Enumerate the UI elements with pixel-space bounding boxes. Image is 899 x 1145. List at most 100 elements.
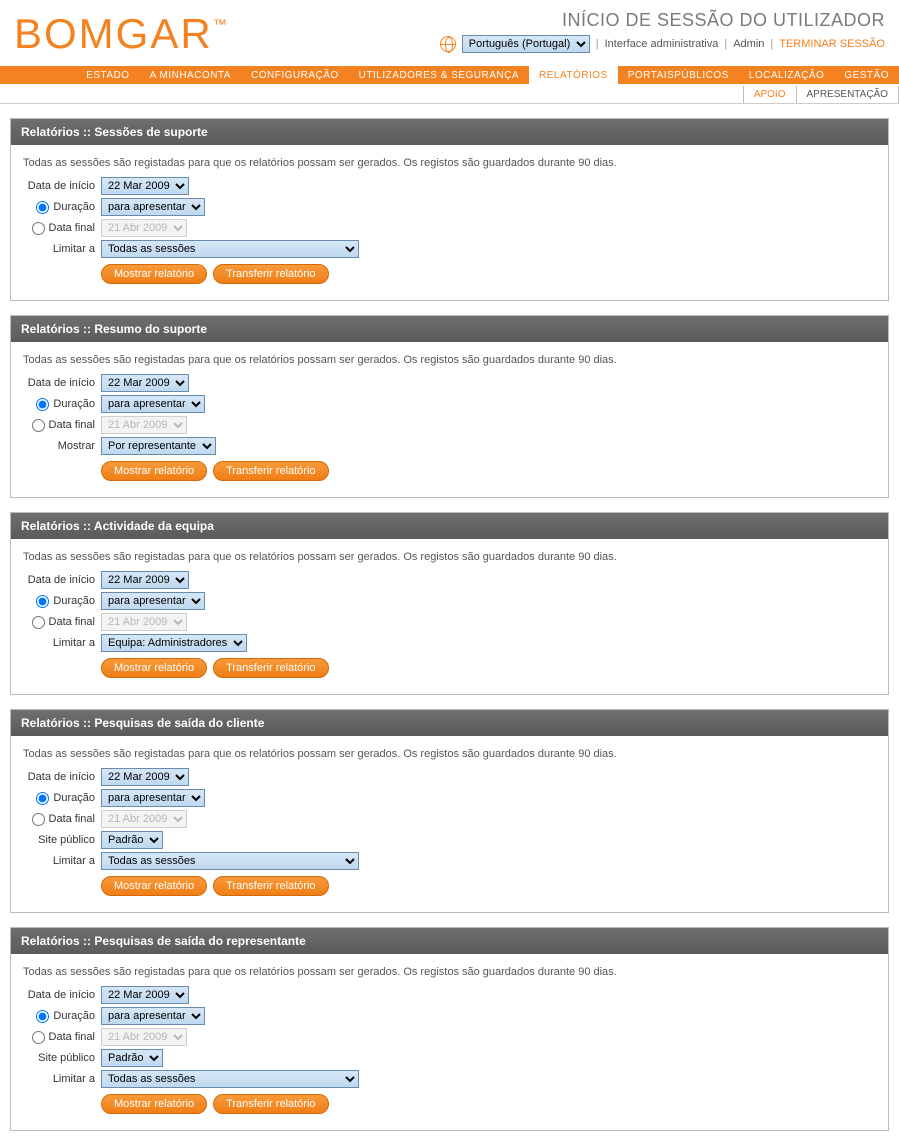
panel-title: Relatórios :: Resumo do suporte xyxy=(11,316,888,342)
limit-select[interactable]: Equipa: Administradores xyxy=(101,634,247,652)
row-end-date: Data final 21 Abr 2009 xyxy=(23,1028,876,1046)
duration-select[interactable]: para apresentar xyxy=(101,592,205,610)
panel-title: Relatórios :: Pesquisas de saída do clie… xyxy=(11,710,888,736)
row-start-date: Data de início 22 Mar 2009 xyxy=(23,571,876,589)
download-report-button[interactable]: Transferir relatório xyxy=(213,1094,328,1114)
panel-title: Relatórios :: Sessões de suporte xyxy=(11,119,888,145)
admin-link[interactable]: Admin xyxy=(733,38,764,50)
panel-description: Todas as sessões são registadas para que… xyxy=(23,157,876,169)
start-date-select[interactable]: 22 Mar 2009 xyxy=(101,986,189,1004)
start-date-select[interactable]: 22 Mar 2009 xyxy=(101,177,189,195)
radio-end-date[interactable] xyxy=(32,813,45,826)
show-select[interactable]: Por representante xyxy=(101,437,216,455)
row-limit: Limitar a Todas as sessões xyxy=(23,240,876,258)
end-date-select: 21 Abr 2009 xyxy=(101,1028,187,1046)
label-text: Duração xyxy=(53,595,95,607)
start-date-select[interactable]: 22 Mar 2009 xyxy=(101,374,189,392)
logout-link[interactable]: TERMINAR SESSÃO xyxy=(779,38,885,50)
radio-end-date[interactable] xyxy=(32,222,45,235)
row-duration: Duração para apresentar xyxy=(23,789,876,807)
show-report-button[interactable]: Mostrar relatório xyxy=(101,658,207,678)
panel-body: Todas as sessões são registadas para que… xyxy=(11,342,888,497)
panel-body: Todas as sessões são registadas para que… xyxy=(11,736,888,912)
button-row: Mostrar relatório Transferir relatório xyxy=(101,658,876,678)
nav-gestao[interactable]: GESTÃO xyxy=(834,66,899,85)
label-start-date: Data de início xyxy=(23,180,101,192)
row-start-date: Data de início 22 Mar 2009 xyxy=(23,374,876,392)
nav-utilizadores[interactable]: UTILIZADORES & SEGURANÇA xyxy=(349,66,529,85)
show-report-button[interactable]: Mostrar relatório xyxy=(101,1094,207,1114)
row-end-date: Data final 21 Abr 2009 xyxy=(23,810,876,828)
label-duration: Duração xyxy=(23,398,101,411)
nav-estado[interactable]: ESTADO xyxy=(76,66,139,85)
nav-portais[interactable]: PORTAISPÚBLICOS xyxy=(618,66,739,85)
label-text: Duração xyxy=(53,792,95,804)
row-duration: Duração para apresentar xyxy=(23,1007,876,1025)
nav-localizacao[interactable]: LOCALIZAÇÃO xyxy=(739,66,835,85)
radio-duration[interactable] xyxy=(36,595,49,608)
globe-icon xyxy=(440,36,456,52)
subnav-apoio[interactable]: APOIO xyxy=(743,86,796,103)
logo: BOMGAR™ xyxy=(14,10,229,58)
radio-duration[interactable] xyxy=(36,792,49,805)
radio-duration[interactable] xyxy=(36,201,49,214)
label-start-date: Data de início xyxy=(23,771,101,783)
end-date-select: 21 Abr 2009 xyxy=(101,613,187,631)
limit-select[interactable]: Todas as sessões xyxy=(101,852,359,870)
label-end-date: Data final xyxy=(23,419,101,432)
label-text: Duração xyxy=(53,1010,95,1022)
button-row: Mostrar relatório Transferir relatório xyxy=(101,461,876,481)
show-report-button[interactable]: Mostrar relatório xyxy=(101,264,207,284)
end-date-select: 21 Abr 2009 xyxy=(101,416,187,434)
nav-relatorios[interactable]: RELATÓRIOS xyxy=(529,66,618,85)
language-select[interactable]: Português (Portugal) xyxy=(462,35,590,53)
show-report-button[interactable]: Mostrar relatório xyxy=(101,876,207,896)
public-site-select[interactable]: Padrão xyxy=(101,1049,163,1067)
nav-configuracao[interactable]: CONFIGURAÇÃO xyxy=(241,66,349,85)
admin-interface-link[interactable]: Interface administrativa xyxy=(605,38,719,50)
panel-description: Todas as sessões são registadas para que… xyxy=(23,551,876,563)
row-end-date: Data final 21 Abr 2009 xyxy=(23,219,876,237)
label-public-site: Site público xyxy=(23,1052,101,1064)
limit-select[interactable]: Todas as sessões xyxy=(101,1070,359,1088)
public-site-select[interactable]: Padrão xyxy=(101,831,163,849)
radio-duration[interactable] xyxy=(36,1010,49,1023)
label-limit: Limitar a xyxy=(23,243,101,255)
label-duration: Duração xyxy=(23,1010,101,1023)
start-date-select[interactable]: 22 Mar 2009 xyxy=(101,768,189,786)
subnav-apresentacao[interactable]: APRESENTAÇÃO xyxy=(796,86,899,103)
duration-select[interactable]: para apresentar xyxy=(101,789,205,807)
label-limit: Limitar a xyxy=(23,637,101,649)
separator: | xyxy=(724,38,727,50)
radio-end-date[interactable] xyxy=(32,616,45,629)
panel-team-activity: Relatórios :: Actividade da equipa Todas… xyxy=(10,512,889,695)
download-report-button[interactable]: Transferir relatório xyxy=(213,461,328,481)
duration-select[interactable]: para apresentar xyxy=(101,1007,205,1025)
limit-select[interactable]: Todas as sessões xyxy=(101,240,359,258)
label-public-site: Site público xyxy=(23,834,101,846)
start-date-select[interactable]: 22 Mar 2009 xyxy=(101,571,189,589)
header-controls: Português (Portugal) | Interface adminis… xyxy=(440,35,885,53)
panel-description: Todas as sessões são registadas para que… xyxy=(23,354,876,366)
row-duration: Duração para apresentar xyxy=(23,198,876,216)
logo-tm: ™ xyxy=(213,16,229,32)
duration-select[interactable]: para apresentar xyxy=(101,198,205,216)
radio-end-date[interactable] xyxy=(32,419,45,432)
download-report-button[interactable]: Transferir relatório xyxy=(213,264,328,284)
radio-end-date[interactable] xyxy=(32,1031,45,1044)
show-report-button[interactable]: Mostrar relatório xyxy=(101,461,207,481)
row-limit: Limitar a Equipa: Administradores xyxy=(23,634,876,652)
label-start-date: Data de início xyxy=(23,377,101,389)
download-report-button[interactable]: Transferir relatório xyxy=(213,876,328,896)
row-public-site: Site público Padrão xyxy=(23,1049,876,1067)
nav-minha-conta[interactable]: A MINHACONTA xyxy=(140,66,241,85)
radio-duration[interactable] xyxy=(36,398,49,411)
logo-text: BOMGAR xyxy=(14,10,213,57)
sub-nav: APOIO APRESENTAÇÃO xyxy=(0,86,899,104)
label-text: Data final xyxy=(49,1031,95,1043)
panel-rep-exit-surveys: Relatórios :: Pesquisas de saída do repr… xyxy=(10,927,889,1131)
user-session-title: INÍCIO DE SESSÃO DO UTILIZADOR xyxy=(440,10,885,31)
download-report-button[interactable]: Transferir relatório xyxy=(213,658,328,678)
duration-select[interactable]: para apresentar xyxy=(101,395,205,413)
end-date-select: 21 Abr 2009 xyxy=(101,810,187,828)
